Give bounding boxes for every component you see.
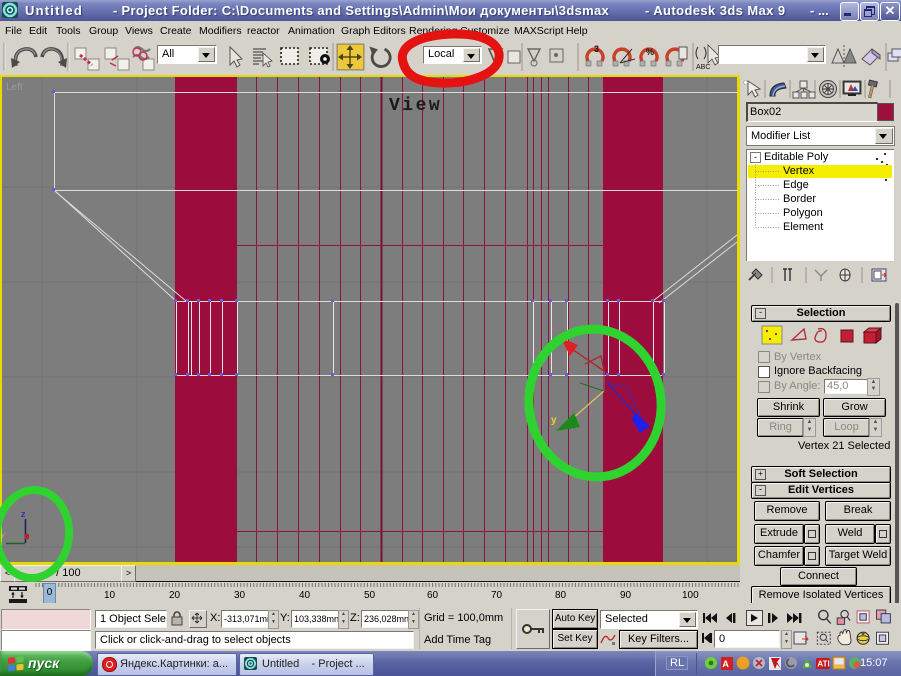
svg-text:80: 80: [555, 590, 567, 601]
svg-text:100: 100: [682, 590, 699, 601]
svg-text:y: y: [551, 415, 557, 426]
svg-text:z: z: [21, 509, 26, 519]
svg-text:70: 70: [491, 590, 503, 601]
svg-text:50: 50: [364, 590, 376, 601]
svg-text:20: 20: [169, 590, 181, 601]
svg-text:ATI: ATI: [817, 660, 829, 669]
svg-text:60: 60: [427, 590, 439, 601]
svg-text:90: 90: [620, 590, 632, 601]
svg-text:View: View: [389, 96, 442, 116]
svg-text:Left: Left: [6, 82, 23, 93]
svg-text:30: 30: [234, 590, 246, 601]
svg-text:40: 40: [299, 590, 311, 601]
svg-text:A: A: [722, 659, 729, 669]
svg-text:%: %: [646, 47, 654, 57]
svg-text:10: 10: [104, 590, 116, 601]
svg-text:3: 3: [594, 44, 599, 54]
